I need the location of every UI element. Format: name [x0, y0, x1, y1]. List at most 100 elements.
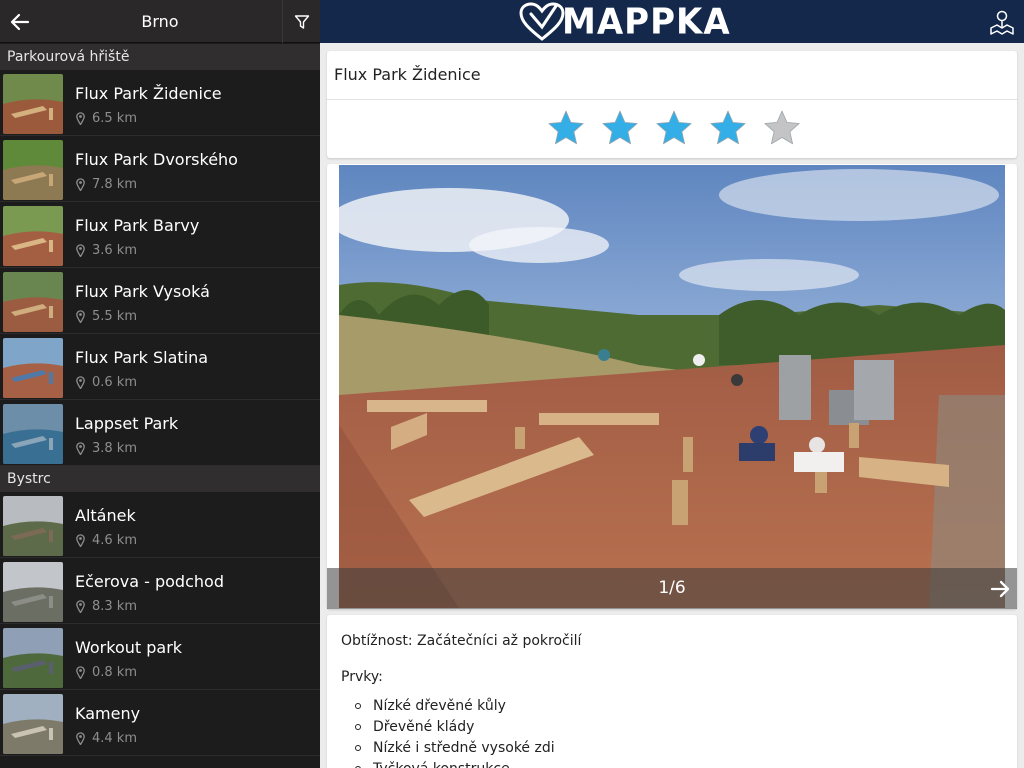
- place-thumbnail-image: [3, 206, 63, 266]
- gallery-next-button[interactable]: [989, 578, 1011, 600]
- bullet-icon: [355, 723, 361, 730]
- star-filled-icon[interactable]: [601, 109, 639, 147]
- place-thumbnail-image: [3, 272, 63, 332]
- place-thumbnail: [3, 694, 63, 754]
- location-pin-icon: [76, 178, 85, 191]
- list-item[interactable]: Lappset Park 3.8 km: [0, 400, 320, 466]
- feature-item: Tyčková konstrukce: [355, 758, 555, 768]
- detail-panel: Flux Park Židenice 1/6 Obtížnost: Začáte…: [320, 43, 1024, 768]
- location-pin-icon: [76, 244, 85, 257]
- feature-item: Nízké i středně vysoké zdi: [355, 737, 555, 758]
- distance-value: 4.4 km: [92, 731, 137, 746]
- place-distance: 6.5 km: [76, 111, 137, 126]
- location-pin-icon: [76, 310, 85, 323]
- list-item[interactable]: Flux Park Barvy 3.6 km: [0, 202, 320, 268]
- feature-text: Dřevěné klády: [373, 718, 475, 735]
- list-item[interactable]: Flux Park Slatina 0.6 km: [0, 334, 320, 400]
- bullet-icon: [355, 744, 361, 751]
- gallery-counter: 1/6: [658, 578, 686, 598]
- list-item[interactable]: Ečerova - podchod 8.3 km: [0, 558, 320, 624]
- feature-item: Dřevěné klády: [355, 716, 555, 737]
- app: Brno Parkourová hřiště Flux Park Židenice…: [0, 0, 1024, 768]
- distance-value: 5.5 km: [92, 309, 137, 324]
- city-title: Brno: [141, 12, 179, 31]
- place-thumbnail-image: [3, 338, 63, 398]
- place-list: Parkourová hřiště Flux Park Židenice 6.5 k…: [0, 44, 320, 756]
- star-filled-icon[interactable]: [709, 109, 747, 147]
- place-name: Kameny: [75, 704, 141, 723]
- place-name: Lappset Park: [75, 414, 179, 433]
- rating-stars: [547, 109, 801, 147]
- park-photo-image: [339, 165, 1005, 608]
- top-bar: MAPPKA: [320, 0, 1024, 43]
- place-thumbnail: [3, 206, 63, 266]
- location-pin-icon: [76, 732, 85, 745]
- place-thumbnail: [3, 628, 63, 688]
- heart-logo-icon: [519, 2, 565, 41]
- place-distance: 0.8 km: [76, 665, 137, 680]
- star-filled-icon[interactable]: [655, 109, 693, 147]
- location-pin-icon: [76, 600, 85, 613]
- feature-item: Nízké dřevěné kůly: [355, 695, 555, 716]
- filter-button[interactable]: [282, 0, 320, 43]
- place-name: Flux Park Vysoká: [75, 282, 210, 301]
- distance-value: 3.8 km: [92, 441, 137, 456]
- sidebar: Brno Parkourová hřiště Flux Park Židenice…: [0, 0, 320, 768]
- place-name: Altánek: [75, 506, 136, 525]
- feature-text: Tyčková konstrukce: [373, 761, 510, 768]
- sidebar-header: Brno: [0, 0, 320, 43]
- gallery-bar: 1/6: [327, 568, 1017, 609]
- place-thumbnail: [3, 338, 63, 398]
- back-button[interactable]: [0, 0, 40, 43]
- gallery-card: 1/6: [327, 164, 1017, 609]
- difficulty-text: Obtížnost: Začátečníci až pokročilí: [341, 633, 582, 649]
- distance-value: 7.8 km: [92, 177, 137, 192]
- place-thumbnail-image: [3, 140, 63, 200]
- bullet-icon: [355, 702, 361, 709]
- place-name: Workout park: [75, 638, 183, 657]
- gallery-photo[interactable]: [339, 165, 1005, 608]
- place-distance: 8.3 km: [76, 599, 137, 614]
- place-distance: 7.8 km: [76, 177, 137, 192]
- arrow-right-icon: [990, 580, 1010, 598]
- feature-text: Nízké dřevěné kůly: [373, 697, 506, 714]
- place-name: Flux Park Slatina: [75, 348, 209, 367]
- brand-name: MAPPKA: [562, 1, 731, 43]
- place-thumbnail: [3, 140, 63, 200]
- location-pin-icon: [76, 666, 85, 679]
- section-header: Bystrc: [0, 466, 320, 492]
- divider: [327, 99, 1017, 100]
- place-distance: 3.6 km: [76, 243, 137, 258]
- place-distance: 3.8 km: [76, 441, 137, 456]
- features-list: Nízké dřevěné kůly Dřevěné klády Nízké i s…: [355, 695, 555, 768]
- list-item[interactable]: Altánek 4.6 km: [0, 492, 320, 558]
- place-title: Flux Park Židenice: [334, 65, 481, 84]
- location-pin-icon: [76, 376, 85, 389]
- section-header: Parkourová hřiště: [0, 44, 320, 70]
- distance-value: 6.5 km: [92, 111, 137, 126]
- distance-value: 0.8 km: [92, 665, 137, 680]
- place-name: Ečerova - podchod: [75, 572, 224, 591]
- list-item[interactable]: Workout park 0.8 km: [0, 624, 320, 690]
- place-thumbnail: [3, 74, 63, 134]
- star-empty-icon[interactable]: [763, 109, 801, 147]
- filter-icon: [294, 14, 309, 29]
- location-pin-icon: [76, 534, 85, 547]
- place-distance: 0.6 km: [76, 375, 137, 390]
- description-card: Obtížnost: Začátečníci až pokročilí Prvk…: [327, 615, 1017, 768]
- star-filled-icon[interactable]: [547, 109, 585, 147]
- logo: MAPPKA: [518, 1, 731, 43]
- place-name: Flux Park Barvy: [75, 216, 200, 235]
- list-item[interactable]: Kameny 4.4 km: [0, 690, 320, 756]
- place-thumbnail-image: [3, 694, 63, 754]
- distance-value: 3.6 km: [92, 243, 137, 258]
- distance-value: 4.6 km: [92, 533, 137, 548]
- list-item[interactable]: Flux Park Dvorského 7.8 km: [0, 136, 320, 202]
- list-item[interactable]: Flux Park Vysoká 5.5 km: [0, 268, 320, 334]
- list-item[interactable]: Flux Park Židenice 6.5 km: [0, 70, 320, 136]
- feature-text: Nízké i středně vysoké zdi: [373, 739, 555, 756]
- place-thumbnail: [3, 496, 63, 556]
- features-label: Prvky:: [341, 669, 383, 685]
- place-distance: 5.5 km: [76, 309, 137, 324]
- map-button[interactable]: [988, 8, 1016, 36]
